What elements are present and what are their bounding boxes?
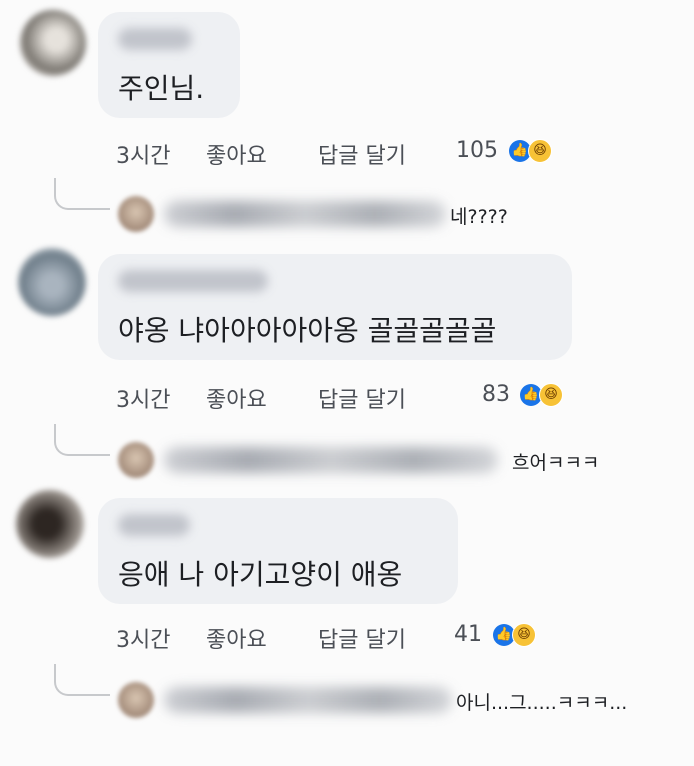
timestamp: 3시간 [116,144,171,169]
reply-author-name[interactable] [164,201,446,227]
comment-actions: 3시간 좋아요 답글 달기 105 👍 😆 [116,138,586,169]
reply-thread-line [54,424,110,456]
reply-avatar[interactable] [118,442,154,478]
reaction-count[interactable]: 83 [482,382,510,407]
author-name[interactable] [118,270,268,292]
haha-icon: 😆 [512,623,536,647]
reply-button[interactable]: 답글 달기 [318,138,406,170]
avatar[interactable] [18,248,86,316]
haha-icon: 😆 [528,139,552,163]
avatar[interactable] [20,10,86,76]
avatar[interactable] [16,490,84,558]
reply-avatar[interactable] [118,682,154,718]
like-button[interactable]: 좋아요 [206,138,267,170]
reply-thread-line [54,178,110,210]
haha-icon: 😆 [539,383,563,407]
comment-actions: 3시간 좋아요 답글 달기 83 👍 😆 [116,382,586,413]
author-name[interactable] [118,28,192,50]
reply-avatar[interactable] [118,196,154,232]
like-button[interactable]: 좋아요 [206,622,267,654]
comment-text: 주인님. [118,72,205,105]
reply-button[interactable]: 답글 달기 [318,382,406,414]
reply-thread-line [54,664,110,696]
author-name[interactable] [118,514,190,536]
comment-text: 야옹 냐아아아아아옹 골골골골골 [118,314,497,347]
timestamp: 3시간 [116,628,171,653]
reply-author-name[interactable] [164,447,498,473]
reply-button[interactable]: 답글 달기 [318,622,406,654]
reaction-count[interactable]: 41 [454,622,482,647]
comment-actions: 3시간 좋아요 답글 달기 41 👍 😆 [116,622,586,653]
comment-text: 응애 나 아기고양이 애옹 [118,558,403,591]
reaction-count[interactable]: 105 [456,138,498,163]
like-button[interactable]: 좋아요 [206,382,267,414]
reply-snippet[interactable]: 네???? [450,202,508,229]
reply-author-name[interactable] [164,687,452,713]
timestamp: 3시간 [116,388,171,413]
reply-snippet[interactable]: 흐어ㅋㅋㅋ [512,448,599,475]
reply-snippet[interactable]: 아니...그.....ㅋㅋㅋ... [456,688,627,715]
